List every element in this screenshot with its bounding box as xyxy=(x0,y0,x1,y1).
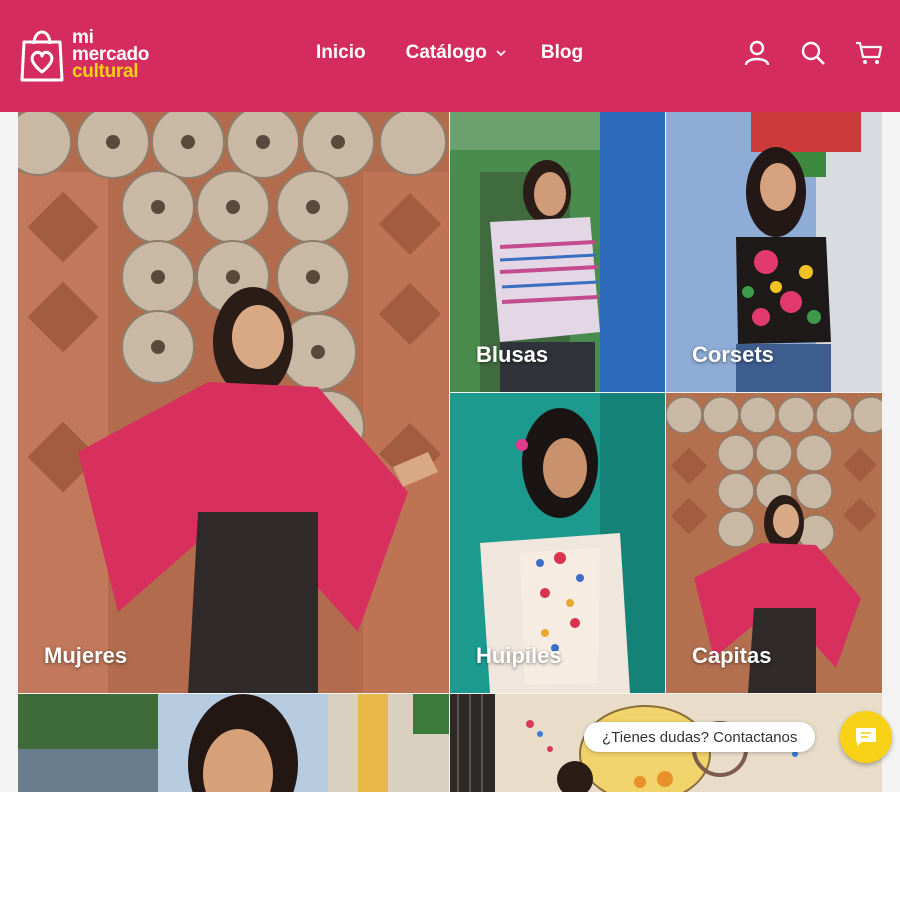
shopping-bag-heart-icon xyxy=(20,30,64,82)
category-tile-mujeres[interactable]: Mujeres xyxy=(18,112,449,693)
category-tile-bottom-left[interactable] xyxy=(18,694,449,792)
logo-text-cultural: cultural xyxy=(72,60,139,82)
site-header: mi mercado cultural Inicio Catálogo Blog xyxy=(0,0,900,112)
category-label-mujeres: Mujeres xyxy=(44,643,128,668)
bottom-left-photo xyxy=(18,694,449,792)
logo-wordmark: mi mercado cultural xyxy=(72,26,150,82)
nav-catalogo-label: Catálogo xyxy=(405,42,487,63)
cart-button[interactable] xyxy=(854,38,884,68)
nav-blog[interactable]: Blog xyxy=(541,42,583,64)
site-logo[interactable]: mi mercado cultural xyxy=(18,24,149,84)
nav-blog-label: Blog xyxy=(540,42,584,63)
category-tile-capitas[interactable]: Capitas xyxy=(666,393,882,693)
category-label-capitas: Capitas xyxy=(692,643,772,668)
logo-text-mi: mi xyxy=(72,26,94,48)
account-icon xyxy=(744,40,770,66)
header-icons xyxy=(716,38,884,68)
category-grid: Mujeres Blusas Corsets Huipiles Capitas xyxy=(0,112,900,792)
nav-catalogo[interactable]: Catálogo xyxy=(406,42,507,64)
page-whitespace xyxy=(0,792,900,900)
mujeres-photo xyxy=(18,112,449,693)
search-icon xyxy=(801,41,825,65)
category-label-huipiles: Huipiles xyxy=(476,643,562,668)
category-label-corsets: Corsets xyxy=(692,342,774,367)
logo-text-mercado: mercado xyxy=(72,43,150,65)
chat-prompt-text: ¿Tienes dudas? Contactanos xyxy=(602,728,798,746)
nav-inicio[interactable]: Inicio xyxy=(316,42,366,64)
search-button[interactable] xyxy=(798,38,828,68)
category-label-blusas: Blusas xyxy=(476,342,549,367)
chat-prompt-bubble[interactable]: ¿Tienes dudas? Contactanos xyxy=(584,722,816,752)
chat-button[interactable] xyxy=(840,711,892,763)
category-tile-huipiles[interactable]: Huipiles xyxy=(450,393,665,693)
nav-inicio-label: Inicio xyxy=(316,42,366,63)
main-nav: Inicio Catálogo Blog xyxy=(316,42,623,64)
category-tile-corsets[interactable]: Corsets xyxy=(666,112,882,392)
account-button[interactable] xyxy=(742,38,772,68)
category-tile-blusas[interactable]: Blusas xyxy=(450,112,665,392)
chat-icon xyxy=(856,728,876,746)
cart-icon xyxy=(856,41,883,64)
chevron-down-icon xyxy=(496,50,506,57)
